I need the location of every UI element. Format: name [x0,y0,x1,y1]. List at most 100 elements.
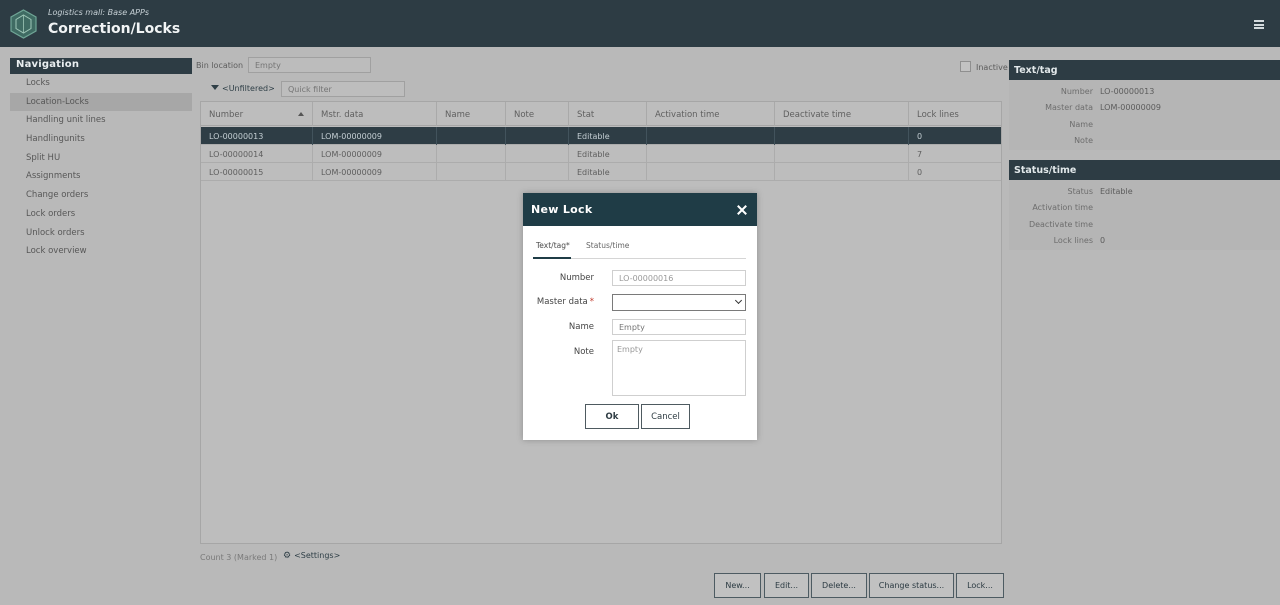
column-header-number[interactable]: Number [201,102,313,126]
column-header-note[interactable]: Note [506,102,569,126]
cell-number: LO-00000015 [201,163,313,181]
nav-item-unlock-orders[interactable]: Unlock orders [10,224,192,243]
chevron-down-icon [734,296,743,305]
gear-icon: ⚙ [283,551,292,561]
ok-button[interactable]: Ok [585,404,639,429]
cell-activation-time [647,145,775,163]
new-lock-dialog: New Lock Text/tag* Status/time Number Ma… [523,193,757,440]
cell-name [437,127,506,145]
cell-master-data: LOM-00000009 [313,163,437,181]
note-textarea[interactable]: Empty [612,340,746,396]
detail-status-label: Status [1067,187,1094,196]
tab-status-time[interactable]: Status/time [586,241,629,250]
table-row[interactable]: LO-00000014 LOM-00000009 Editable 7 [201,145,1001,163]
change-status-button[interactable]: Change status... [869,573,954,598]
app-header: Logistics mall: Base APPs Correction/Loc… [0,0,1280,47]
app-logo-icon [10,9,37,39]
cell-number: LO-00000013 [201,127,313,145]
lock-button[interactable]: Lock... [956,573,1004,598]
bin-location-label: Bin location [196,61,244,70]
cell-stat: Editable [569,127,647,145]
detail-lock-lines-label: Lock lines [1053,236,1093,245]
filter-toggle[interactable]: <Unfiltered> [211,84,275,93]
app-subtitle: Logistics mall: Base APPs [48,8,149,17]
detail-lock-lines-value: 0 [1100,236,1106,245]
inactive-label: Inactive [976,63,1008,72]
cell-note [506,145,569,163]
detail-number-value: LO-00000013 [1100,87,1155,96]
cell-note [506,127,569,145]
column-header-deactivate-time[interactable]: Deactivate time [775,102,909,126]
nav-item-split-hu[interactable]: Split HU [10,149,192,168]
note-label: Note [573,347,594,357]
name-field[interactable] [612,319,746,335]
detail-name-label: Name [1069,120,1093,129]
detail-number-label: Number [1060,87,1093,96]
hamburger-menu-icon[interactable] [1254,20,1264,29]
nav-item-locks[interactable]: Locks [10,74,192,93]
bin-location-input[interactable] [248,57,371,73]
filter-icon [211,85,219,90]
active-tab-indicator [533,257,571,259]
nav-item-lock-orders[interactable]: Lock orders [10,205,192,224]
cell-activation-time [647,163,775,181]
settings-link[interactable]: ⚙ <Settings> [283,551,340,561]
column-header-master-data[interactable]: Mstr. data [313,102,437,126]
nav-item-lock-overview[interactable]: Lock overview [10,242,192,261]
cell-master-data: LOM-00000009 [313,127,437,145]
navigation-panel: Navigation Locks Location-Locks Handling… [10,58,192,273]
sort-ascending-icon [298,112,304,116]
table-row[interactable]: LO-00000015 LOM-00000009 Editable 0 [201,163,1001,181]
inactive-checkbox[interactable] [960,61,971,72]
required-marker: * [589,297,594,307]
quick-filter-input[interactable] [281,81,405,97]
cell-deactivate-time [775,145,909,163]
dialog-title: New Lock [531,203,593,216]
column-header-name[interactable]: Name [437,102,506,126]
number-label: Number [559,273,594,283]
detail-note-label: Note [1074,136,1093,145]
nav-item-handling-unit-lines[interactable]: Handling unit lines [10,111,192,130]
detail-master-value: LOM-00000009 [1100,103,1161,112]
status-time-heading: Status/time [1009,160,1280,180]
row-count-text: Count 3 (Marked 1) [200,553,278,562]
close-icon[interactable] [737,205,747,215]
cell-lock-lines: 0 [917,132,923,141]
navigation-heading: Navigation [10,58,192,74]
cell-name [437,163,506,181]
master-data-select[interactable] [612,294,746,311]
cell-lock-lines: 0 [917,168,923,177]
nav-item-handlingunits[interactable]: Handlingunits [10,130,192,149]
detail-master-label: Master data [1045,103,1093,112]
delete-button[interactable]: Delete... [811,573,867,598]
table-row[interactable]: LO-00000013 LOM-00000009 Editable 0 [201,127,1001,145]
cell-number: LO-00000014 [201,145,313,163]
cell-stat: Editable [569,163,647,181]
detail-activation-label: Activation time [1032,203,1093,212]
cell-deactivate-time [775,127,909,145]
text-tag-heading: Text/tag [1009,60,1280,80]
new-button[interactable]: New... [714,573,761,598]
edit-button[interactable]: Edit... [764,573,809,598]
cell-deactivate-time [775,163,909,181]
cell-name [437,145,506,163]
nav-item-change-orders[interactable]: Change orders [10,186,192,205]
column-header-activation-time[interactable]: Activation time [647,102,775,126]
number-field[interactable] [612,270,746,286]
column-header-lock-lines[interactable]: Lock lines [909,102,1001,126]
table-header: Number Mstr. data Name Note Stat Activat… [201,102,1001,126]
text-tag-section: Number LO-00000013 Master data LOM-00000… [1009,80,1280,150]
filter-tag-label: <Unfiltered> [222,84,275,93]
settings-label: <Settings> [294,551,341,560]
nav-item-assignments[interactable]: Assignments [10,167,192,186]
cancel-button[interactable]: Cancel [641,404,690,429]
cell-activation-time [647,127,775,145]
column-header-stat[interactable]: Stat [569,102,647,126]
status-time-section: Status Editable Activation time Deactiva… [1009,180,1280,250]
cell-note [506,163,569,181]
tab-text-tag[interactable]: Text/tag* [536,241,570,250]
cell-master-data: LOM-00000009 [313,145,437,163]
nav-item-location-locks[interactable]: Location-Locks [10,92,192,112]
page-title: Correction/Locks [48,21,181,37]
detail-deactivate-label: Deactivate time [1028,220,1093,229]
